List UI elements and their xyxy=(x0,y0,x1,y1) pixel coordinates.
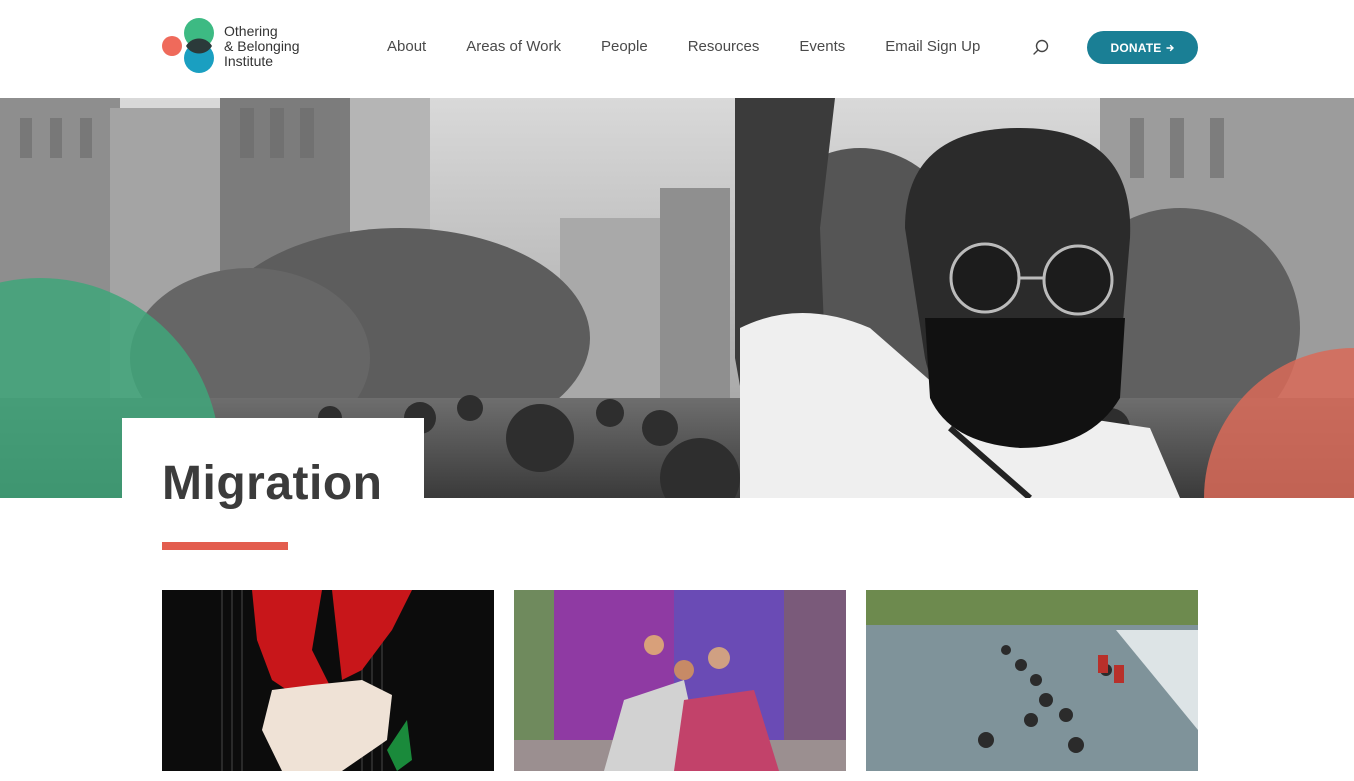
article-card-2[interactable] xyxy=(514,590,846,771)
article-image-2 xyxy=(514,590,846,771)
main-nav: About Areas of Work People Resources Eve… xyxy=(387,38,1020,55)
site-header: Othering & Belonging Institute About Are… xyxy=(0,0,1354,98)
nav-resources[interactable]: Resources xyxy=(688,38,760,55)
nav-people[interactable]: People xyxy=(601,38,648,55)
article-image-3 xyxy=(866,590,1198,771)
donate-label: DONATE xyxy=(1110,40,1162,55)
donate-button[interactable]: DONATE xyxy=(1087,31,1198,64)
page-title: Migration xyxy=(162,457,383,510)
site-logo[interactable]: Othering & Belonging Institute xyxy=(162,18,312,76)
nav-about[interactable]: About xyxy=(387,38,426,55)
logo-line-3: Institute xyxy=(224,53,274,69)
logo-line-1: Othering xyxy=(224,23,278,39)
nav-events[interactable]: Events xyxy=(799,38,845,55)
arrow-right-icon xyxy=(1166,44,1175,51)
logo-wordmark: Othering & Belonging Institute xyxy=(224,24,300,69)
nav-email-sign-up[interactable]: Email Sign Up xyxy=(885,38,980,55)
search-icon[interactable] xyxy=(1031,38,1051,58)
article-image-1 xyxy=(162,590,494,771)
logo-circles-icon xyxy=(162,18,214,73)
title-accent-rule xyxy=(162,542,288,550)
article-card-1[interactable] xyxy=(162,590,494,771)
article-card-3[interactable] xyxy=(866,590,1198,771)
logo-line-2: & Belonging xyxy=(224,38,300,54)
nav-areas-of-work[interactable]: Areas of Work xyxy=(466,38,561,55)
